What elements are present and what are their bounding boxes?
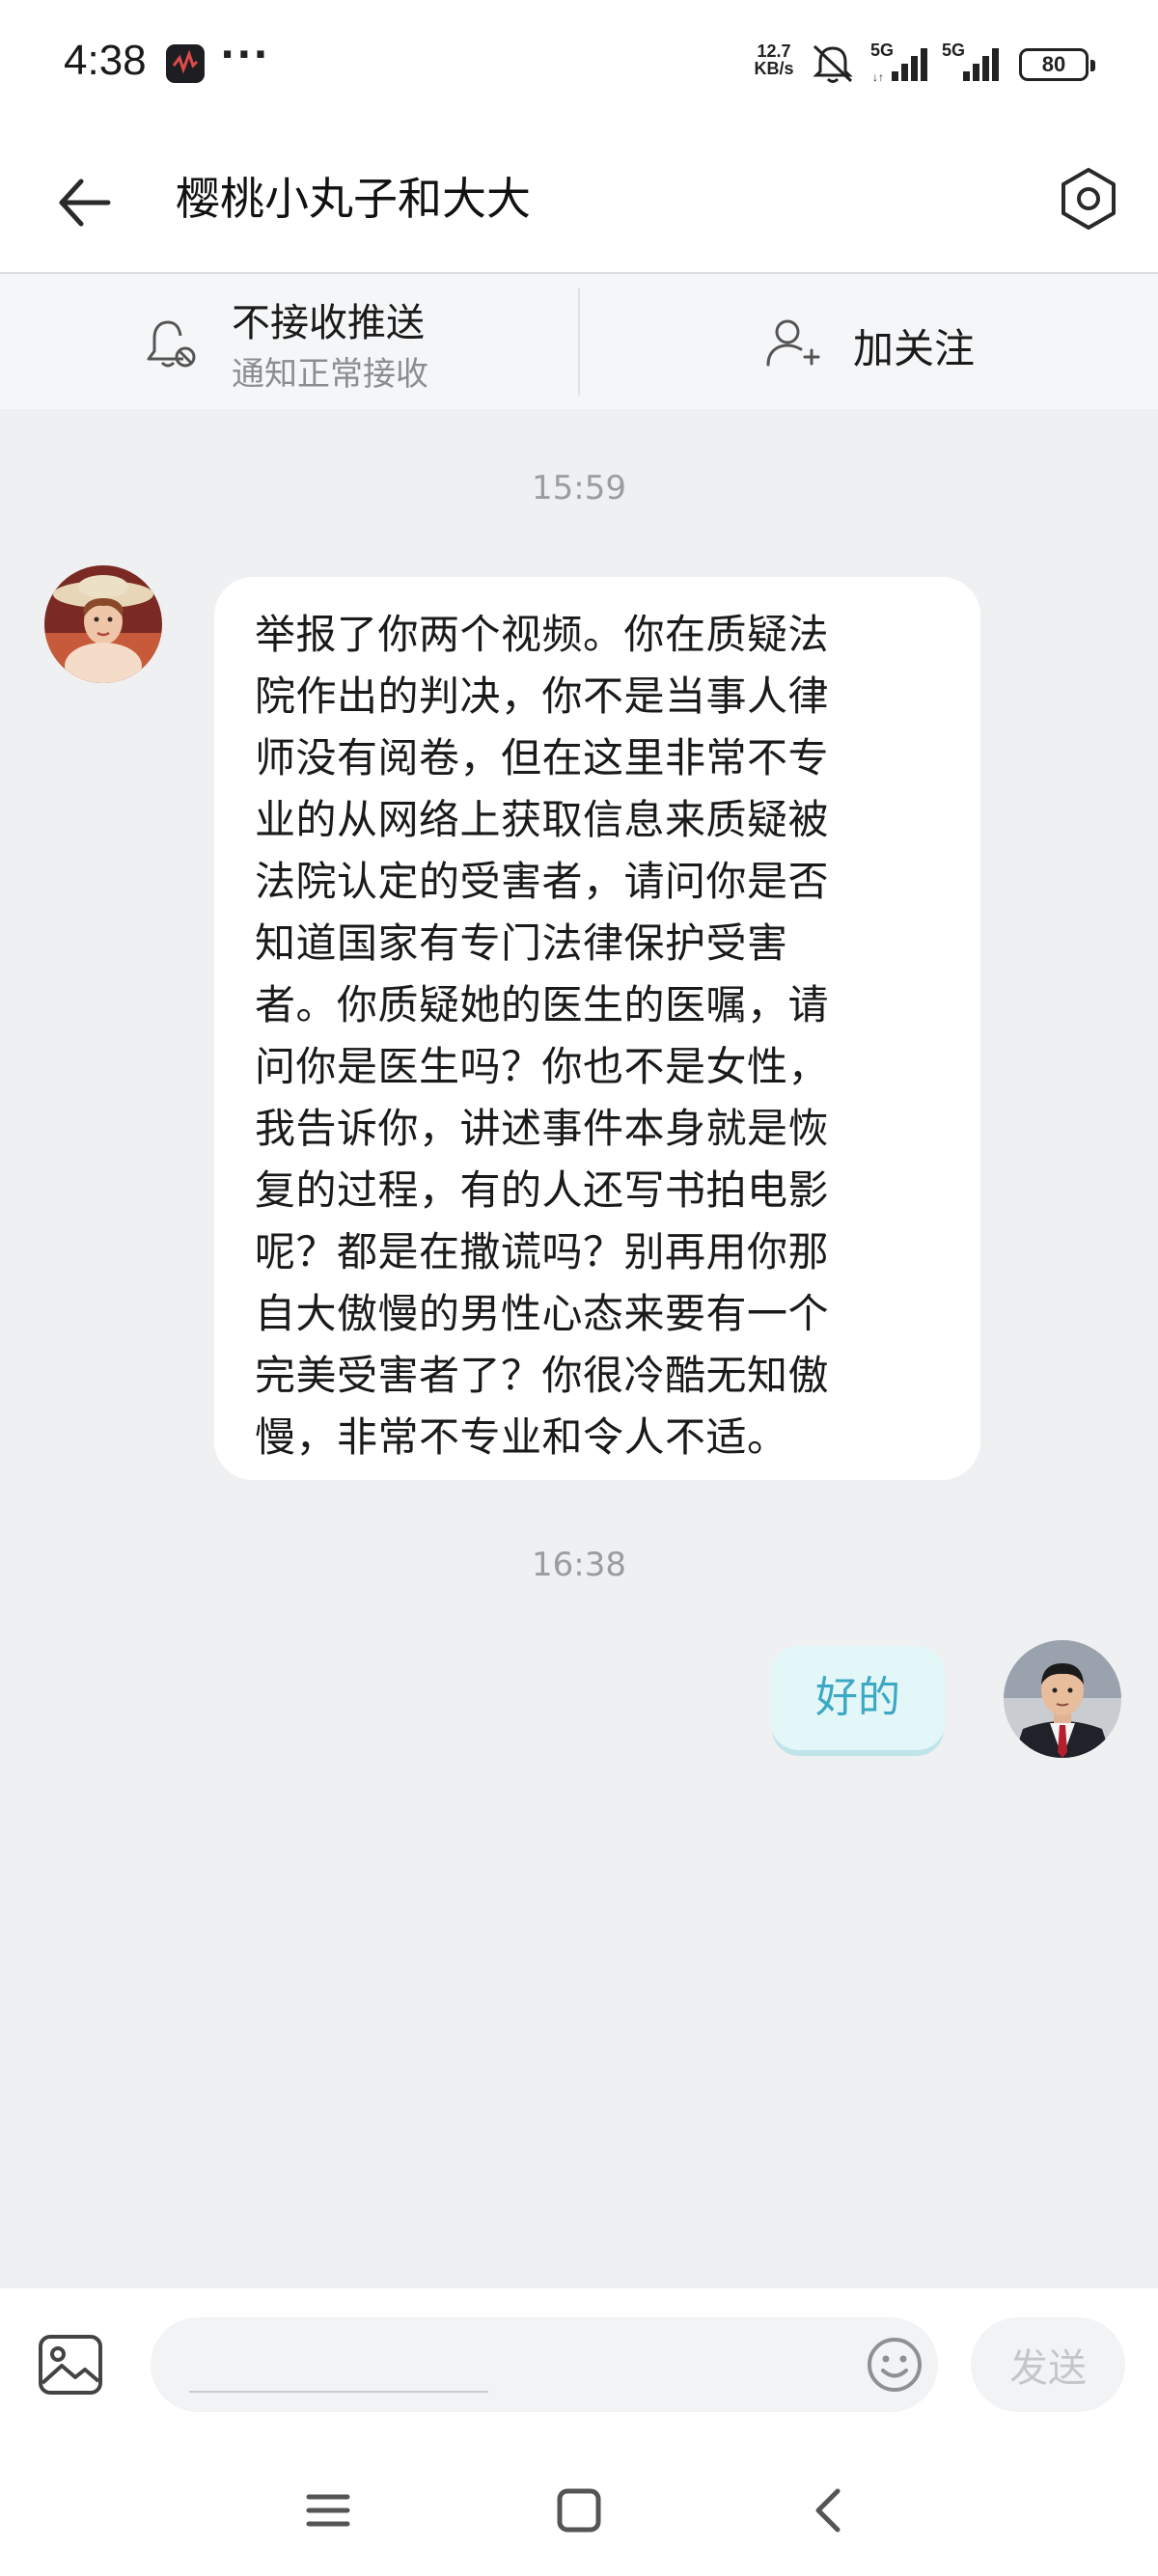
arrow-left-icon[interactable] <box>50 168 120 237</box>
signal-icon <box>963 48 999 81</box>
message-composer: 发送 <box>0 2288 1158 2443</box>
message-input[interactable] <box>185 2337 822 2393</box>
push-setting-subtitle: 通知正常接收 <box>232 355 428 394</box>
back-nav-icon[interactable] <box>791 2472 868 2549</box>
message-line: 举报了你两个视频。你在质疑法 <box>255 611 830 658</box>
home-icon[interactable] <box>540 2472 618 2549</box>
message-timestamp: 15:59 <box>532 469 626 507</box>
hexagon-settings-icon[interactable] <box>1052 162 1125 235</box>
message-line: 师没有阅卷，但在这里非常不专 <box>255 734 830 781</box>
status-time: 4:38 <box>64 37 147 84</box>
app-notification-icon <box>166 44 205 83</box>
chat-screen: 4:38 ··· 12.7 KB/s 5G ↓↑ 5G 80 樱桃小丸子和大大 … <box>0 0 1158 2576</box>
follow-button[interactable]: 加关注 <box>753 274 1042 409</box>
message-line: 复的过程，有的人还写书拍电影 <box>255 1166 830 1214</box>
signal-icon: ↓↑ <box>872 48 927 83</box>
divider <box>578 288 580 396</box>
system-navigation-bar <box>0 2443 1158 2576</box>
status-bar: 4:38 ··· 12.7 KB/s 5G ↓↑ 5G 80 <box>0 0 1158 131</box>
send-button[interactable]: 发送 <box>971 2317 1125 2412</box>
message-line: 呢？都是在撒谎吗？别再用你那 <box>255 1228 830 1275</box>
network-speed: 12.7 KB/s <box>745 42 803 77</box>
subscription-bar: 不接收推送 通知正常接收 加关注 <box>0 274 1158 409</box>
network-speed-unit: KB/s <box>754 59 794 78</box>
message-line: 问你是医生吗？你也不是女性， <box>255 1043 830 1090</box>
network-speed-value: 12.7 <box>757 41 791 61</box>
message-input-container <box>151 2317 938 2412</box>
image-icon[interactable] <box>37 2333 104 2397</box>
mute-icon <box>813 44 853 83</box>
avatar[interactable] <box>1004 1640 1121 1758</box>
message-line: 院作出的判决，你不是当事人律 <box>255 672 830 720</box>
incoming-message-bubble[interactable]: 举报了你两个视频。你在质疑法 院作出的判决，你不是当事人律 师没有阅卷，但在这里… <box>214 577 980 1480</box>
add-user-icon <box>766 319 820 367</box>
avatar[interactable] <box>44 565 162 683</box>
chat-header: 樱桃小丸子和大大 <box>0 131 1158 274</box>
message-line: 自大傲慢的男性心态来要有一个 <box>255 1290 830 1337</box>
message-line: 法院认定的受害者，请问你是否 <box>255 858 830 905</box>
page-title: 樱桃小丸子和大大 <box>176 173 531 225</box>
message-line: 完美受害者了？你很冷酷无知傲 <box>255 1352 830 1399</box>
message-line: 业的从网络上获取信息来质疑被 <box>255 796 830 843</box>
message-line: 知道国家有专门法律保护受害 <box>255 919 788 967</box>
bell-off-icon <box>147 320 196 368</box>
message-line: 慢，非常不专业和令人不适。 <box>255 1413 788 1461</box>
more-notifications-indicator: ··· <box>220 33 270 77</box>
message-timestamp: 16:38 <box>532 1546 626 1584</box>
follow-label: 加关注 <box>853 325 976 372</box>
message-line: 我告诉你，讲述事件本身就是恢 <box>255 1105 830 1152</box>
svg-text:↓↑: ↓↑ <box>872 70 884 83</box>
message-line: 者。你质疑她的医生的医嘱，请 <box>255 981 830 1028</box>
push-setting-button[interactable]: 不接收推送 通知正常接收 <box>135 274 560 409</box>
battery-icon: 80 <box>1019 48 1095 81</box>
push-setting-title: 不接收推送 <box>232 301 425 345</box>
input-underline <box>189 2391 488 2393</box>
menu-icon[interactable] <box>290 2472 367 2549</box>
emoji-icon[interactable] <box>865 2335 924 2395</box>
outgoing-message-bubble[interactable]: 好的 <box>770 1646 946 1750</box>
